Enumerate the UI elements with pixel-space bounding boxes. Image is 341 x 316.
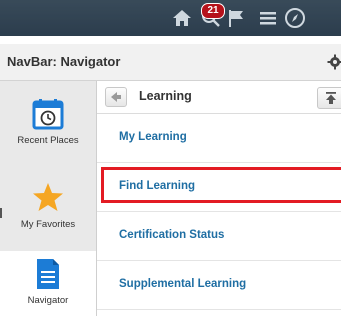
navbar-sidebar: Recent Places My Favorites Navigator — [0, 81, 97, 316]
calendar-clock-icon — [31, 97, 65, 131]
page-title: Learning — [139, 89, 192, 103]
list-item-certification-status[interactable]: Certification Status — [97, 212, 341, 261]
flag-icon[interactable] — [226, 6, 250, 30]
sidebar-item-navigator[interactable]: Navigator — [0, 251, 96, 316]
breadcrumb: Learning — [97, 81, 341, 114]
scroll-to-top-button[interactable] — [317, 87, 341, 109]
navbar-compass-icon[interactable] — [283, 6, 307, 30]
sidebar-item-label: Navigator — [27, 295, 69, 306]
notification-badge[interactable]: 21 — [201, 3, 225, 19]
home-icon[interactable] — [170, 6, 194, 30]
list-item-label: My Learning — [119, 131, 187, 143]
list-item-label: Certification Status — [119, 229, 225, 241]
arrow-left-icon — [111, 92, 121, 102]
arrow-up-to-top-icon — [326, 92, 336, 104]
sidebar-item-my-favorites[interactable]: My Favorites — [0, 173, 96, 239]
back-button[interactable] — [105, 87, 127, 107]
sidebar-item-recent-places[interactable]: Recent Places — [0, 89, 96, 163]
sidebar-item-label: My Favorites — [20, 219, 76, 230]
document-icon — [35, 257, 61, 291]
list-item-label: Supplemental Learning — [119, 278, 247, 290]
edge-marker — [0, 208, 2, 218]
navbar-panel-header: NavBar: Navigator — [0, 44, 341, 81]
sidebar-item-label: Recent Places — [17, 135, 79, 146]
top-toolbar: 21 — [0, 0, 341, 36]
list-item-my-learning[interactable]: My Learning — [97, 114, 341, 163]
highlight-box — [101, 167, 341, 203]
list-item-supplemental-learning[interactable]: Supplemental Learning — [97, 261, 341, 310]
gear-icon[interactable] — [327, 54, 341, 70]
panel-title: NavBar: Navigator — [7, 54, 121, 69]
star-icon — [32, 181, 64, 213]
hamburger-menu-icon[interactable] — [256, 6, 280, 30]
